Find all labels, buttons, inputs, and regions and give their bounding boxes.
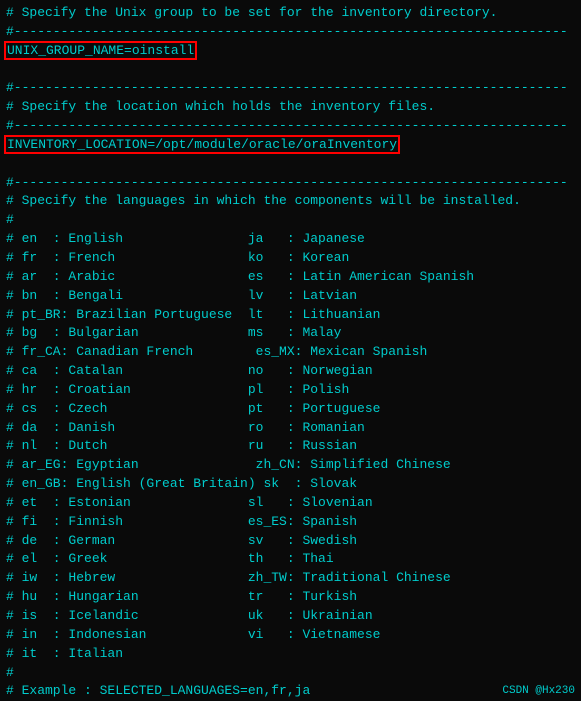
line-l11: # Specify the languages in which the com… (6, 192, 575, 211)
line-l32: # hu : Hungarian tr : Turkish (6, 588, 575, 607)
line-l36: # (6, 664, 575, 683)
line-l10: #---------------------------------------… (6, 174, 575, 193)
line-l18: # bg : Bulgarian ms : Malay (6, 324, 575, 343)
highlighted-line-l8: INVENTORY_LOCATION=/opt/module/oracle/or… (6, 137, 398, 152)
line-l26: # en_GB: English (Great Britain) sk : Sl… (6, 475, 575, 494)
line-l37: # Example : SELECTED_LANGUAGES=en,fr,ja (6, 682, 575, 701)
line-l15: # ar : Arabic es : Latin American Spanis… (6, 268, 575, 287)
highlighted-line-l3: UNIX_GROUP_NAME=oinstall (6, 43, 195, 58)
line-l9 (6, 155, 575, 174)
line-l33: # is : Icelandic uk : Ukrainian (6, 607, 575, 626)
line-l7: #---------------------------------------… (6, 117, 575, 136)
line-l19: # fr_CA: Canadian French es_MX: Mexican … (6, 343, 575, 362)
line-l12: # (6, 211, 575, 230)
line-l4 (6, 61, 575, 80)
line-l31: # iw : Hebrew zh_TW: Traditional Chinese (6, 569, 575, 588)
line-l23: # da : Danish ro : Romanian (6, 419, 575, 438)
line-l35: # it : Italian (6, 645, 575, 664)
line-l13: # en : English ja : Japanese (6, 230, 575, 249)
line-l30: # el : Greek th : Thai (6, 550, 575, 569)
line-l14: # fr : French ko : Korean (6, 249, 575, 268)
line-l6: # Specify the location which holds the i… (6, 98, 575, 117)
line-l1: # Specify the Unix group to be set for t… (6, 4, 575, 23)
line-l2: #---------------------------------------… (6, 23, 575, 42)
line-l27: # et : Estonian sl : Slovenian (6, 494, 575, 513)
line-l17: # pt_BR: Brazilian Portuguese lt : Lithu… (6, 306, 575, 325)
line-l21: # hr : Croatian pl : Polish (6, 381, 575, 400)
line-l16: # bn : Bengali lv : Latvian (6, 287, 575, 306)
line-l24: # nl : Dutch ru : Russian (6, 437, 575, 456)
terminal-content: # Specify the Unix group to be set for t… (6, 4, 575, 701)
terminal-window: # Specify the Unix group to be set for t… (0, 0, 581, 701)
watermark: CSDN @Hx230 (502, 685, 575, 697)
line-l28: # fi : Finnish es_ES: Spanish (6, 513, 575, 532)
line-l5: #---------------------------------------… (6, 79, 575, 98)
line-l20: # ca : Catalan no : Norwegian (6, 362, 575, 381)
line-l25: # ar_EG: Egyptian zh_CN: Simplified Chin… (6, 456, 575, 475)
line-l29: # de : German sv : Swedish (6, 532, 575, 551)
line-l22: # cs : Czech pt : Portuguese (6, 400, 575, 419)
line-l34: # in : Indonesian vi : Vietnamese (6, 626, 575, 645)
